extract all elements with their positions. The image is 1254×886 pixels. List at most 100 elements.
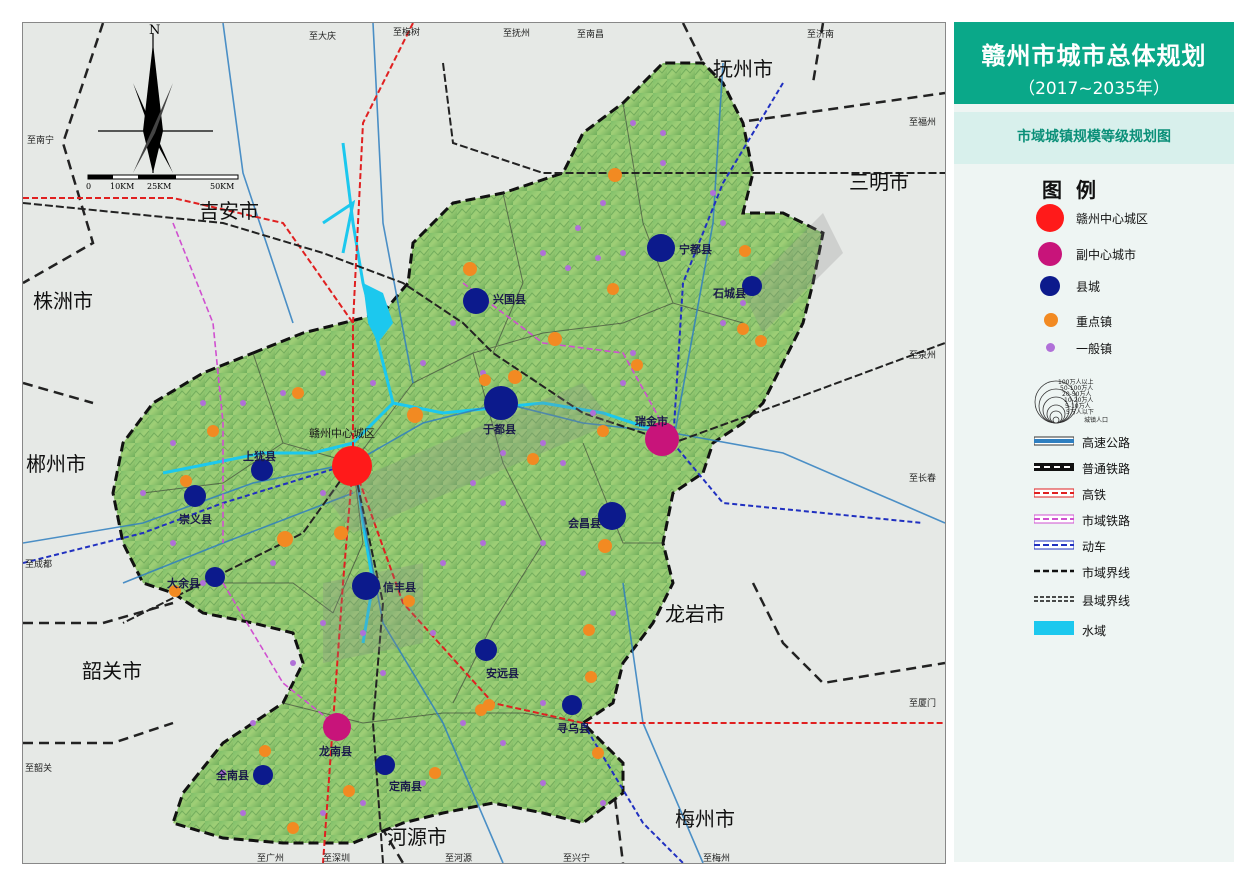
scale-label-50: 50KM <box>210 182 235 191</box>
edge-to-xingning: 至兴宁 <box>563 854 591 864</box>
label-shicheng: 石城县 <box>713 287 746 300</box>
scale-label-0: 0 <box>86 182 92 191</box>
key-town-icon <box>1044 313 1058 327</box>
expressway-swatch <box>1034 436 1074 446</box>
region-sanming: 三明市 <box>849 170 909 194</box>
region-fuzhou: 抚州市 <box>713 57 773 81</box>
center-city-marker <box>332 446 372 486</box>
map-canvas <box>23 23 945 863</box>
title-banner: 赣州市城市总体规划 （2017~2035年） <box>954 22 1234 104</box>
edge-to-nanchang: 至南昌 <box>577 30 605 40</box>
label-quannan: 全南县 <box>216 769 249 782</box>
legend-general-town: 一般镇 <box>954 340 1234 364</box>
legend-city-boundary: 市域界线 <box>954 560 1234 584</box>
legend-hsr: 高铁 <box>954 482 1234 506</box>
legend-expressway: 高速公路 <box>954 430 1234 454</box>
edge-to-xiamen: 至厦门 <box>909 699 937 709</box>
legend-expressway-label: 高速公路 <box>1082 436 1131 450</box>
legend-metro-rail-label: 市域铁路 <box>1082 514 1131 528</box>
hsr-swatch <box>1034 488 1074 498</box>
label-xunwu: 寻乌县 <box>557 722 590 735</box>
legend-water-label: 水域 <box>1082 624 1107 638</box>
legend-key-town-label: 重点镇 <box>1076 315 1113 329</box>
region-heyuan: 河源市 <box>387 825 447 849</box>
map-subtitle: 市域城镇规模等级规划图 <box>1017 129 1171 145</box>
edge-to-heyuan: 至河源 <box>445 854 473 864</box>
legend-sub-center: 副中心城市 <box>954 242 1234 266</box>
edge-to-meizhou: 至梅州 <box>703 854 731 864</box>
legend-hsr-label: 高铁 <box>1082 488 1107 502</box>
region-chenzhou: 郴州市 <box>26 452 86 476</box>
map-years: （2017~2035年） <box>1018 79 1170 99</box>
edge-to-quanzhou: 至泉州 <box>909 351 937 361</box>
center-city-label: 赣州中心城区 <box>309 427 375 440</box>
legend-railway-label: 普通铁路 <box>1082 462 1131 476</box>
county-icon <box>1040 276 1060 296</box>
map-title: 赣州市城市总体规划 <box>981 42 1207 70</box>
metro-rail-swatch <box>1034 514 1074 524</box>
scale-label-25: 25KM <box>147 182 172 191</box>
edge-to-daqing: 至大庆 <box>309 32 337 42</box>
pop-level-6: 5万人以下 <box>1066 409 1094 416</box>
label-yudu: 于都县 <box>483 423 516 436</box>
legend-center: 赣州中心城区 <box>954 204 1234 232</box>
edge-to-fuzhou2: 至福州 <box>909 118 937 128</box>
legend-county-boundary: 县域界线 <box>954 588 1234 612</box>
emu-swatch <box>1034 540 1074 550</box>
railway-swatch <box>1034 463 1074 471</box>
north-label: N <box>149 23 161 38</box>
legend-county-label: 县城 <box>1076 280 1101 294</box>
label-dingnan: 定南县 <box>389 780 422 793</box>
legend-county: 县城 <box>954 276 1234 300</box>
legend-railway: 普通铁路 <box>954 456 1234 480</box>
population-scale: 100万人以上 50-100万人 20-50万人 10-20万人 5-10万人 … <box>1034 372 1144 426</box>
label-anyuan: 安远县 <box>486 667 519 680</box>
legend-city-boundary-label: 市域界线 <box>1082 566 1131 580</box>
label-ningdu: 宁都县 <box>679 243 712 256</box>
label-xingguo: 兴国县 <box>493 293 526 306</box>
edge-to-guangzhou: 至广州 <box>257 854 285 864</box>
edge-to-jinan: 至济南 <box>807 30 835 40</box>
pop-caption: 城镇人口 <box>1084 417 1109 424</box>
legend-emu-label: 动车 <box>1082 540 1107 554</box>
county-boundary-swatch <box>1034 596 1074 602</box>
label-xinfeng: 信丰县 <box>383 581 416 594</box>
legend-key-town: 重点镇 <box>954 312 1234 336</box>
center-icon <box>1036 204 1064 232</box>
edge-to-nanning: 至南宁 <box>27 136 55 146</box>
edge-to-chengdu: 至成都 <box>25 560 53 570</box>
legend-general-town-label: 一般镇 <box>1076 342 1113 356</box>
legend-emu: 动车 <box>954 534 1234 558</box>
region-shaoguan: 韶关市 <box>82 659 142 683</box>
label-longnan: 龙南县 <box>319 745 352 758</box>
label-ruijin: 瑞金市 <box>635 415 668 428</box>
legend-sub-center-label: 副中心城市 <box>1076 248 1137 262</box>
general-town-icon <box>1046 343 1055 352</box>
legend-county-boundary-label: 县域界线 <box>1082 594 1131 608</box>
water-swatch <box>1034 621 1074 635</box>
region-longyan: 龙岩市 <box>665 602 725 626</box>
legend-center-label: 赣州中心城区 <box>1076 212 1149 226</box>
map-frame[interactable]: 0 10KM 25KM 50KM N 抚州市 三明市 吉安市 株洲市 郴州市 韶… <box>22 22 946 864</box>
edge-to-changchun: 至长春 <box>909 474 937 484</box>
legend-metro-rail: 市域铁路 <box>954 508 1234 532</box>
subtitle-banner: 市域城镇规模等级规划图 <box>954 112 1234 164</box>
edge-to-shenzhen: 至深圳 <box>323 854 351 864</box>
legend-panel: 赣州市城市总体规划 （2017~2035年） 市域城镇规模等级规划图 图例 赣州… <box>954 22 1234 862</box>
region-zhuzhou: 株洲市 <box>33 289 93 313</box>
legend-water: 水域 <box>954 618 1234 642</box>
label-huichang: 会昌县 <box>568 517 601 530</box>
label-shangyou: 上犹县 <box>243 450 276 463</box>
edge-to-meishu: 至梅树 <box>393 28 421 38</box>
label-chongyi: 崇义县 <box>179 513 212 526</box>
edge-to-shaoguan: 至韶关 <box>25 764 53 774</box>
region-meizhou: 梅州市 <box>675 807 735 831</box>
scale-label-10: 10KM <box>110 182 135 191</box>
edge-to-fuzhou: 至抚州 <box>503 29 531 39</box>
label-dayu: 大余县 <box>167 577 200 590</box>
region-jian: 吉安市 <box>199 199 259 223</box>
legend-heading: 图例 <box>1042 178 1110 202</box>
scale-bar <box>87 174 239 180</box>
north-arrow <box>98 33 213 173</box>
sub-center-icon <box>1038 242 1062 266</box>
